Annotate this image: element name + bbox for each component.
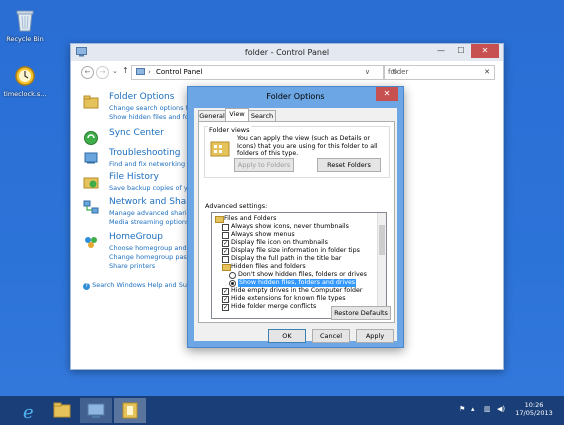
timeclock-icon [3,65,47,89]
apply-button[interactable]: Apply [356,329,394,343]
homegroup-icon [85,237,97,248]
network-icon[interactable]: ▥ [484,405,491,413]
dialog-title: Folder Options [266,92,325,101]
folder-views-icon [210,141,230,157]
category-link[interactable]: Share printers [109,262,155,270]
address-box[interactable]: › Control Panel ∨ ↻ [131,65,398,80]
advanced-settings-label: Advanced settings: [205,202,268,210]
setting-label: Display file size information in folder … [231,247,360,254]
setting-label: Hide empty drives in the Computer folder [231,287,363,294]
ok-button[interactable]: OK [268,329,306,343]
checkbox-checked[interactable]: ✓ [222,296,229,303]
address-dropdown-icon[interactable]: ∨ [365,68,370,76]
breadcrumb-control-panel[interactable]: Control Panel [156,68,202,76]
dialog-close-button[interactable]: ✕ [376,87,398,101]
radio-selected[interactable] [229,280,236,287]
file-history-icon [83,177,99,189]
control-panel-small-icon [136,68,145,75]
desktop-icon-label: Recycle Bin [6,35,44,43]
apply-to-folders-button[interactable]: Apply to Folders [234,158,294,172]
up-button[interactable]: ↑ [122,66,129,75]
checkbox-checked[interactable]: ✓ [222,288,229,295]
breadcrumb-separator: › [148,68,151,76]
dialog-body: General View Search Folder views You can… [194,108,397,343]
folder-views-label: Folder views [208,126,251,134]
minimize-button[interactable]: — [431,44,451,58]
checkbox-checked[interactable]: ✓ [222,304,229,311]
setting-label: Display file icon on thumbnails [231,239,328,246]
setting-label: Hide folder merge conflicts [231,303,317,310]
restore-defaults-button[interactable]: Restore Defaults [331,306,391,320]
category-title[interactable]: File History [109,172,159,182]
folder-options-icon [83,95,99,109]
taskbar-folder[interactable] [114,398,146,423]
search-input[interactable]: folder ✕ [383,65,495,80]
window-titlebar[interactable]: folder - Control Panel — ☐ ✕ [71,44,503,61]
flag-icon[interactable]: ⚑ [459,405,465,413]
folder-icon [122,402,138,419]
tab-view[interactable]: View [225,108,249,122]
internet-explorer-icon: e [23,402,34,423]
control-panel-icon [87,403,105,418]
view-tab-panel: Folder views You can apply the view (suc… [198,121,395,323]
address-bar-row: ← → ⌄ ↑ › Control Panel ∨ ↻ folder ✕ [71,61,503,82]
folder-icon [222,264,231,271]
maximize-button[interactable]: ☐ [451,44,471,58]
recent-dropdown-icon[interactable]: ⌄ [112,67,118,75]
taskbar-internet-explorer[interactable]: e [14,398,46,423]
forward-button[interactable]: → [96,66,109,79]
checkbox-unchecked[interactable] [222,224,229,231]
sync-center-icon [84,131,98,145]
file-explorer-icon [53,402,71,418]
setting-label: Hide extensions for known file types [231,295,346,302]
network-sharing-icon [83,200,99,214]
setting-label: Display the full path in the title bar [231,255,342,262]
desktop-icon-recycle-bin[interactable]: Recycle Bin [3,8,47,43]
setting-label: Hidden files and folders [231,263,306,270]
advanced-settings-list[interactable]: Files and Folders Always show icons, nev… [211,212,387,319]
troubleshooting-icon [84,152,98,164]
taskbar-file-explorer[interactable] [46,398,78,423]
checkbox-checked[interactable]: ✓ [222,248,229,255]
setting-label: Always show menus [231,231,295,238]
category-title[interactable]: Folder Options [109,92,174,102]
settings-scrollbar[interactable] [377,213,386,318]
folder-icon [215,216,224,223]
desktop-icon-timeclock[interactable]: timeclock.s... [3,65,47,98]
setting-label: Don't show hidden files, folders or driv… [238,271,367,278]
search-clear-icon[interactable]: ✕ [484,68,490,76]
desktop-icon-label: timeclock.s... [3,90,47,98]
radio-unselected[interactable] [229,272,236,279]
setting-label: Show hidden files, folders and drives [238,279,357,287]
back-button[interactable]: ← [81,66,94,79]
setting-label: Always show icons, never thumbnails [231,223,349,230]
clock-time: 10:26 [524,401,544,409]
scrollbar-thumb[interactable] [379,225,385,255]
folder-options-dialog: Folder Options ✕ General View Search Fol… [187,86,404,348]
taskbar-control-panel[interactable] [80,398,112,423]
volume-icon[interactable]: ◀) [497,405,505,413]
recycle-bin-icon [3,8,47,34]
checkbox-unchecked[interactable] [222,256,229,263]
notification-up-icon[interactable]: ▴ [471,405,475,413]
reset-folders-button[interactable]: Reset Folders [317,158,381,172]
clock-date: 17/05/2013 [515,409,553,417]
checkbox-unchecked[interactable] [222,232,229,239]
close-button[interactable]: ✕ [471,44,499,58]
setting-label: Files and Folders [224,215,277,222]
folder-views-description: You can apply the view (such as Details … [237,135,378,157]
folder-views-group: Folder views You can apply the view (suc… [204,126,390,178]
taskbar: e ⚑ ▴ ▥ ◀) 10:26 17/05/2013 [0,396,564,425]
clock[interactable]: 10:26 17/05/2013 [514,401,554,417]
desktop: Recycle Bin timeclock.s... folder - Cont… [0,0,564,425]
search-value: folder [388,68,409,76]
category-title[interactable]: HomeGroup [109,232,163,242]
checkbox-checked[interactable]: ✓ [222,240,229,247]
category-title[interactable]: Troubleshooting [109,148,181,158]
help-icon: ? [83,283,90,290]
cancel-button[interactable]: Cancel [312,329,350,343]
svg-text:e: e [23,402,34,423]
category-title[interactable]: Sync Center [109,128,164,138]
category-link[interactable]: Media streaming options [109,218,189,226]
